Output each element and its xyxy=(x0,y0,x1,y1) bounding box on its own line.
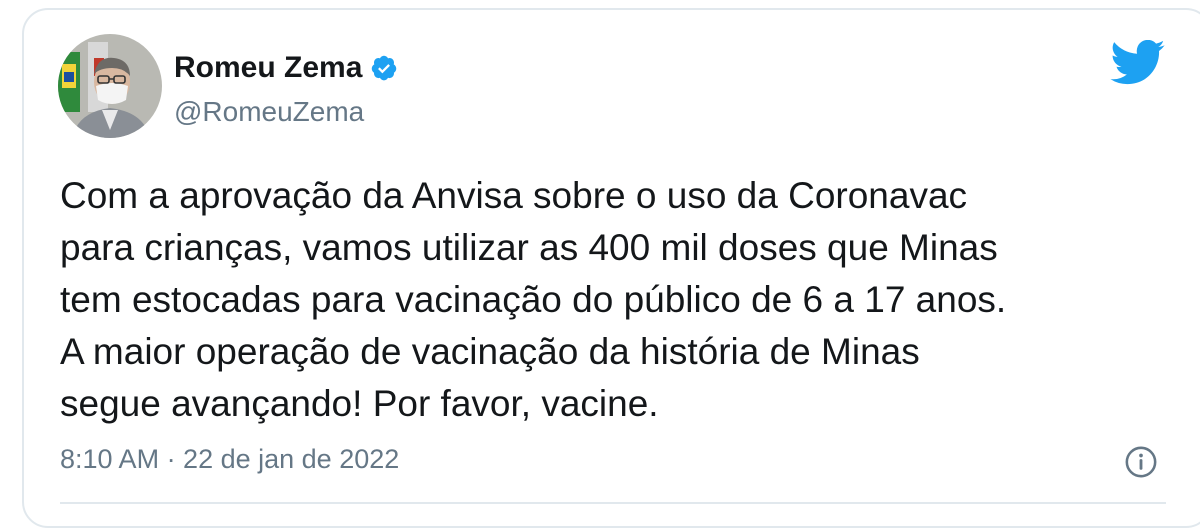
tweet-text-line: A maior operação de vacinação da históri… xyxy=(60,331,920,372)
verified-badge-icon xyxy=(370,54,398,82)
tweet-text-line: para crianças, vamos utilizar as 400 mil… xyxy=(60,227,998,268)
author-name-row[interactable]: Romeu Zema xyxy=(174,50,398,86)
info-icon[interactable] xyxy=(1124,445,1158,479)
tweet-timestamp[interactable]: 8:10 AM · 22 de jan de 2022 xyxy=(60,444,399,475)
avatar-photo xyxy=(58,34,162,138)
divider xyxy=(60,502,1166,504)
author-handle[interactable]: @RomeuZema xyxy=(174,96,364,128)
tweet-text-line: Com a aprovação da Anvisa sobre o uso da… xyxy=(60,175,968,216)
twitter-bird-icon[interactable] xyxy=(1110,39,1166,86)
tweet-text: Com a aprovação da Anvisa sobre o uso da… xyxy=(60,170,1160,430)
author-avatar[interactable] xyxy=(58,34,162,138)
tweet-text-line: segue avançando! Por favor, vacine. xyxy=(60,383,659,424)
tweet-text-line: tem estocadas para vacinação do público … xyxy=(60,279,1007,320)
author-name[interactable]: Romeu Zema xyxy=(174,51,362,85)
